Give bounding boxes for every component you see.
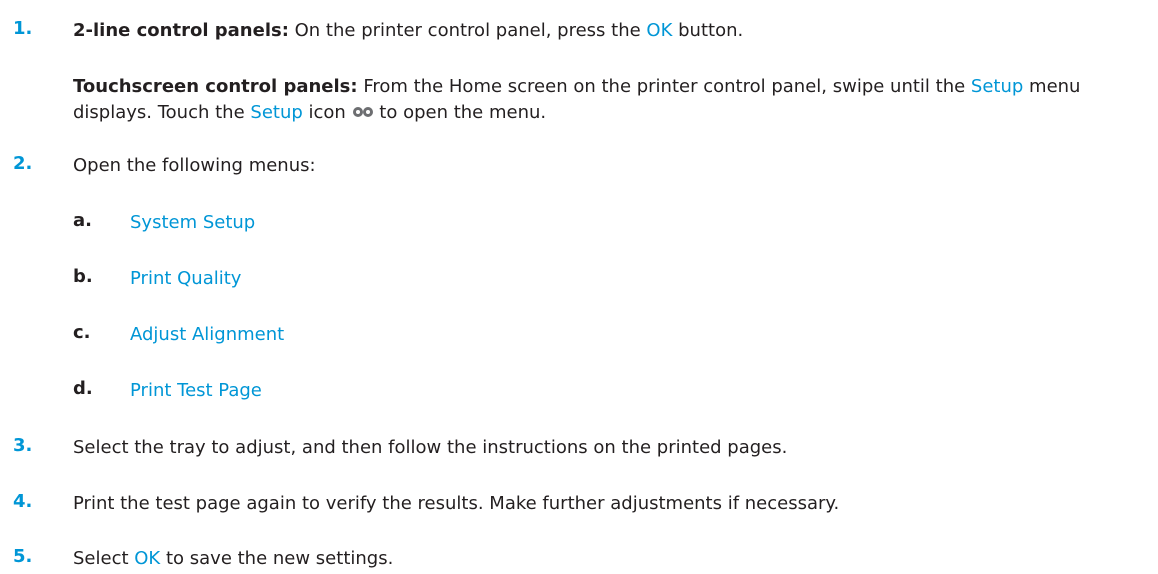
- step-text-part: to save the new settings.: [160, 548, 394, 569]
- step-text: Select OK to save the new settings.: [73, 546, 1140, 572]
- submenu-letter: c.: [73, 322, 91, 343]
- submenu-label: System Setup: [130, 212, 256, 233]
- step-text: 2-line control panels: On the printer co…: [73, 18, 1140, 44]
- instruction-page: 1. 2-line control panels: On the printer…: [0, 0, 1158, 574]
- submenu-letter: a.: [73, 210, 92, 231]
- submenu-letter: b.: [73, 266, 93, 287]
- step-text-part: button.: [672, 20, 744, 41]
- step-number: 3.: [13, 435, 33, 456]
- step-text: Print the test page again to verify the …: [73, 493, 840, 514]
- step-text-part: to open the menu.: [373, 102, 547, 123]
- submenu-label: Print Test Page: [130, 380, 262, 401]
- step-text: Open the following menus:: [73, 155, 316, 176]
- step-label-touchscreen: Touchscreen control panels:: [73, 76, 358, 97]
- submenu-label: Adjust Alignment: [130, 324, 285, 345]
- gear-icon: [352, 107, 373, 117]
- step-text-part: On the printer control panel, press the: [288, 20, 647, 41]
- setup-ref: Setup: [250, 102, 303, 123]
- step-number: 5.: [13, 546, 33, 567]
- step-number: 2.: [13, 153, 33, 174]
- step-text-part: From the Home screen on the printer cont…: [357, 76, 971, 97]
- step-text: Touchscreen control panels: From the Hom…: [73, 74, 1140, 126]
- submenu-label: Print Quality: [130, 268, 242, 289]
- ok-ref: OK: [646, 20, 673, 41]
- step-text: Select the tray to adjust, and then foll…: [73, 437, 788, 458]
- step-number: 1.: [13, 18, 33, 39]
- submenu-letter: d.: [73, 378, 93, 399]
- step-number: 4.: [13, 491, 33, 512]
- step-text-part: Select: [73, 548, 135, 569]
- step-label-2line: 2-line control panels:: [73, 20, 289, 41]
- ok-ref: OK: [134, 548, 161, 569]
- setup-ref: Setup: [970, 76, 1024, 97]
- step-text-part: icon: [302, 102, 352, 123]
